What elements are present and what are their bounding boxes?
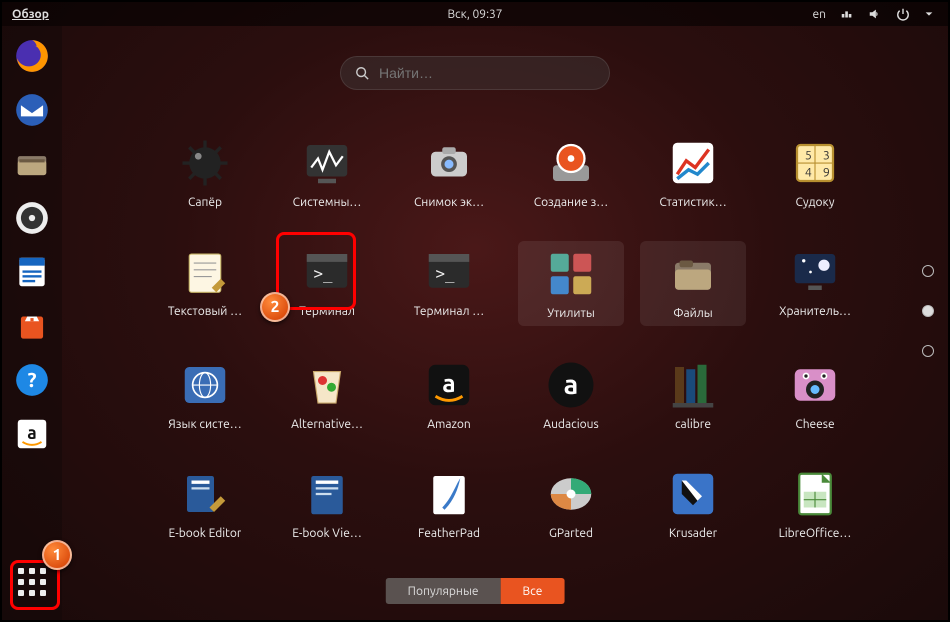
app-label: Сапёр [188, 196, 222, 209]
svg-text:>_: >_ [436, 264, 455, 283]
app-label: Судоку [795, 196, 834, 209]
search-icon [355, 66, 369, 80]
app-alternative[interactable]: Alternative… [274, 354, 380, 435]
app-ebook-editor[interactable]: E-book Editor [152, 463, 258, 544]
dock-help[interactable]: ? [10, 358, 54, 402]
system-tray: en [813, 7, 948, 21]
svg-text:a: a [27, 424, 36, 443]
app-screenshot[interactable]: Снимок эк… [396, 132, 502, 213]
svg-text:5: 5 [805, 149, 812, 163]
app-label: Хранитель… [779, 305, 851, 318]
clock-label[interactable]: Вск, 09:37 [447, 8, 502, 21]
dock: ? a [2, 26, 62, 620]
app-startup-disk[interactable]: Создание з… [518, 132, 624, 213]
view-tabs: Популярные Все [386, 578, 565, 604]
app-sudoku[interactable]: 5349 Судоку [762, 132, 868, 213]
workspace-dot-1[interactable] [922, 265, 934, 277]
app-label: Снимок эк… [414, 196, 484, 209]
app-label: Krusader [669, 527, 717, 540]
app-label: Cheese [795, 418, 834, 431]
language-indicator[interactable]: en [813, 8, 826, 21]
workspace-dot-2[interactable] [922, 305, 934, 317]
app-cheese[interactable]: Cheese [762, 354, 868, 435]
app-utilities-folder[interactable]: Утилиты [518, 241, 624, 326]
app-grid: Сапёр Системны… Снимок эк… Создание з… С… [152, 132, 868, 544]
dock-software[interactable] [10, 304, 54, 348]
search-input[interactable] [379, 65, 595, 81]
app-label: Создание з… [534, 196, 608, 209]
app-audacious[interactable]: a Audacious [518, 354, 624, 435]
app-featherpad[interactable]: FeatherPad [396, 463, 502, 544]
top-bar: Обзор Вск, 09:37 en [2, 2, 948, 26]
tab-frequent[interactable]: Популярные [386, 578, 501, 604]
app-label: GParted [549, 527, 593, 540]
svg-text:4: 4 [805, 166, 812, 180]
app-terminal-alt[interactable]: >_ Терминал … [396, 241, 502, 326]
tab-all[interactable]: Все [501, 578, 565, 604]
dock-amazon[interactable]: a [10, 412, 54, 456]
search-bar[interactable] [340, 56, 610, 90]
chevron-down-icon[interactable] [924, 9, 934, 19]
app-files[interactable]: Файлы [640, 241, 746, 326]
dock-files[interactable] [10, 142, 54, 186]
app-screensaver[interactable]: Хранитель… [762, 241, 868, 326]
app-amazon[interactable]: a Amazon [396, 354, 502, 435]
app-language[interactable]: Язык систе… [152, 354, 258, 435]
app-label: Файлы [673, 307, 712, 320]
app-label: Язык систе… [168, 418, 241, 431]
svg-text:9: 9 [823, 166, 830, 180]
workspace-dot-3[interactable] [922, 345, 934, 357]
power-icon[interactable] [896, 7, 910, 21]
app-krusader[interactable]: Krusader [640, 463, 746, 544]
app-calibre[interactable]: calibre [640, 354, 746, 435]
app-saper[interactable]: Сапёр [152, 132, 258, 213]
dock-thunderbird[interactable] [10, 88, 54, 132]
app-label: calibre [675, 418, 711, 431]
app-ebook-viewer[interactable]: E-book Vie… [274, 463, 380, 544]
annotation-badge-2: 2 [260, 292, 290, 322]
network-icon[interactable] [840, 7, 854, 21]
app-label: Audacious [543, 418, 598, 431]
app-label: Статистик… [659, 196, 726, 209]
app-label: Терминал … [414, 305, 485, 318]
app-libreoffice[interactable]: LibreOffice… [762, 463, 868, 544]
svg-text:>_: >_ [314, 264, 333, 283]
app-label: Alternative… [291, 418, 363, 431]
app-text-editor[interactable]: Текстовый … [152, 241, 258, 326]
svg-text:?: ? [27, 368, 36, 391]
app-label: Системны… [293, 196, 362, 209]
app-label: FeatherPad [418, 527, 480, 540]
app-label: Текстовый … [168, 305, 242, 318]
dock-writer[interactable] [10, 250, 54, 294]
dock-rhythmbox[interactable] [10, 196, 54, 240]
app-label: LibreOffice… [779, 527, 852, 540]
app-terminal[interactable]: >_ Терминал [274, 241, 380, 326]
annotation-badge-1: 1 [42, 540, 72, 570]
workspace-switcher [922, 265, 934, 357]
app-gparted[interactable]: GParted [518, 463, 624, 544]
app-system-monitor[interactable]: Системны… [274, 132, 380, 213]
app-label: Amazon [427, 418, 471, 431]
app-label: Терминал [299, 305, 355, 318]
svg-text:a: a [564, 370, 579, 400]
volume-icon[interactable] [868, 7, 882, 21]
app-statistics[interactable]: Статистик… [640, 132, 746, 213]
app-label: E-book Vie… [292, 527, 362, 540]
dock-firefox[interactable] [10, 34, 54, 78]
svg-text:3: 3 [823, 149, 830, 163]
app-label: E-book Editor [169, 527, 242, 540]
svg-text:a: a [442, 369, 455, 397]
activities-button[interactable]: Обзор [2, 8, 59, 21]
app-label: Утилиты [547, 307, 595, 320]
